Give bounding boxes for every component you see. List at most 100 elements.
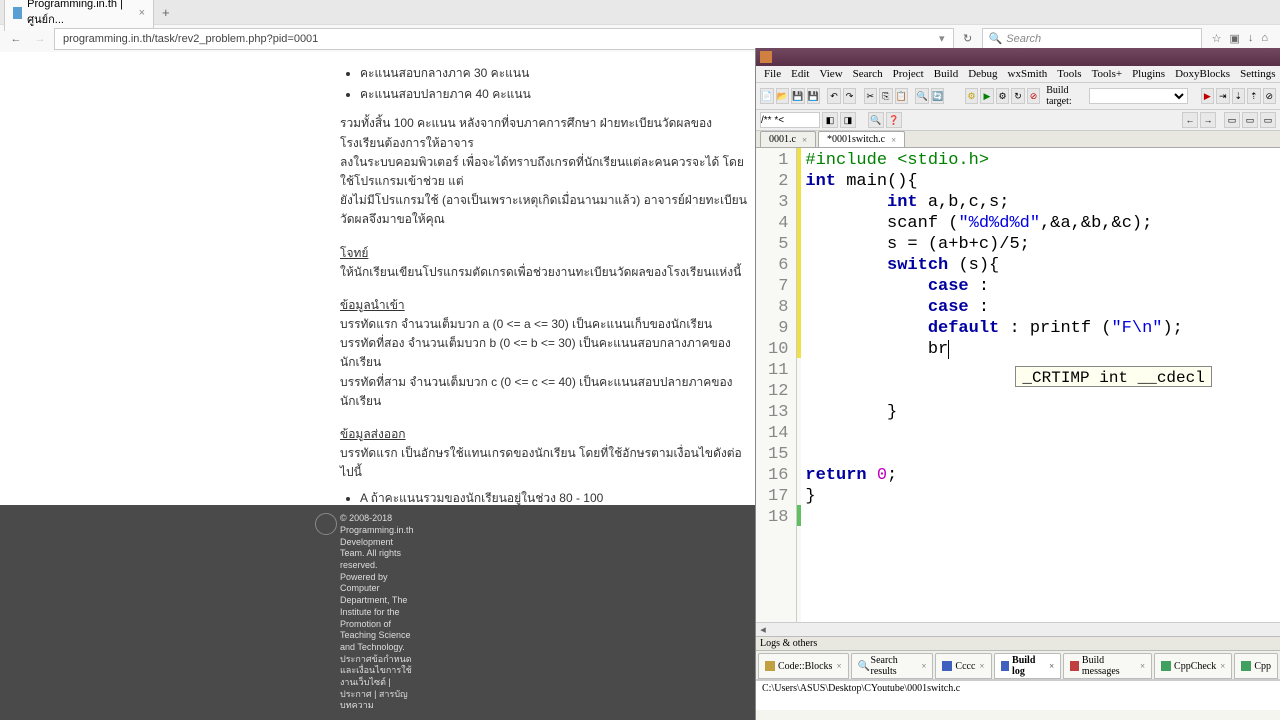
log-body: C:\Users\ASUS\Desktop\CYoutube\0001switc… [756, 680, 1280, 710]
search-placeholder: Search [1006, 33, 1041, 45]
reload-button[interactable]: ↻ [958, 29, 978, 49]
abort-icon[interactable]: ⊘ [1027, 88, 1041, 104]
redo-icon[interactable]: ↷ [843, 88, 857, 104]
doxy-icon[interactable]: ◨ [840, 112, 856, 128]
close-icon[interactable]: × [1049, 661, 1054, 671]
close-icon[interactable]: × [1220, 661, 1225, 671]
menu-bar: File Edit View Search Project Build Debu… [756, 66, 1280, 83]
log-tab[interactable]: Cccc× [935, 653, 991, 679]
objective-text: ให้นักเรียนเขียนโปรแกรมตัดเกรดเพื่อช่วยง… [340, 263, 755, 282]
build-target-select[interactable] [1089, 88, 1188, 104]
forward-button[interactable]: → [30, 29, 50, 49]
bookmark-icon[interactable]: ▭ [1242, 112, 1258, 128]
save-icon[interactable]: 💾 [791, 88, 805, 104]
log-tab[interactable]: Code::Blocks× [758, 653, 849, 679]
url-bar[interactable]: programming.in.th/task/rev2_problem.php?… [54, 28, 954, 50]
menu-project[interactable]: Project [893, 68, 924, 80]
open-icon[interactable]: 📂 [776, 88, 790, 104]
menu-wxsmith[interactable]: wxSmith [1008, 68, 1048, 80]
menu-build[interactable]: Build [934, 68, 958, 80]
tab-close-icon[interactable]: × [891, 135, 896, 145]
doxy-icon[interactable]: ◧ [822, 112, 838, 128]
back-button[interactable]: ← [6, 29, 26, 49]
search-icon: 🔍 [858, 661, 868, 671]
h-scrollbar[interactable]: ◂ [756, 622, 1280, 636]
menu-toolsplus[interactable]: Tools+ [1092, 68, 1123, 80]
step-out-icon[interactable]: ⇡ [1247, 88, 1261, 104]
input-line: บรรทัดแรก จำนวนเต็มบวก a (0 <= a <= 30) … [340, 315, 755, 334]
code-editor[interactable]: 123456789101112131415161718 #include <st… [756, 148, 1280, 622]
log-icon [1241, 661, 1251, 671]
debug-run-icon[interactable]: ▶ [1201, 88, 1215, 104]
pocket-icon[interactable]: ▣ [1229, 32, 1239, 45]
tab-bar: Programming.in.th | ศูนย์ก... × + [0, 0, 1280, 24]
menu-search[interactable]: Search [853, 68, 883, 80]
bookmark-icon[interactable]: ☆ [1212, 32, 1222, 45]
save-all-icon[interactable]: 💾 [807, 88, 821, 104]
doxy-input[interactable] [760, 112, 820, 128]
close-icon[interactable]: × [1140, 661, 1145, 671]
objective-heading: โจทย์ [340, 244, 755, 263]
codeblocks-window: File Edit View Search Project Build Debu… [755, 48, 1280, 720]
zoom-icon[interactable]: 🔍 [868, 112, 884, 128]
input-heading: ข้อมูลนำเข้า [340, 296, 755, 315]
new-tab-button[interactable]: + [156, 3, 176, 22]
cut-icon[interactable]: ✂ [864, 88, 878, 104]
tab-close-icon[interactable]: × [802, 135, 807, 145]
tab-favicon [13, 7, 22, 19]
output-heading: ข้อมูลส่งออก [340, 425, 755, 444]
code-completion-hint: _CRTIMP int __cdecl [1015, 366, 1211, 387]
menu-file[interactable]: File [764, 68, 781, 80]
menu-settings[interactable]: Settings [1240, 68, 1275, 80]
menu-edit[interactable]: Edit [791, 68, 809, 80]
undo-icon[interactable]: ↶ [827, 88, 841, 104]
cb-titlebar[interactable] [756, 48, 1280, 66]
log-tab[interactable]: 🔍Search results× [851, 653, 934, 679]
build-icon[interactable]: ⚙ [965, 88, 979, 104]
log-tab[interactable]: Cpp [1234, 653, 1278, 679]
replace-icon[interactable]: 🔄 [931, 88, 945, 104]
paste-icon[interactable]: 📋 [895, 88, 909, 104]
close-icon[interactable]: × [979, 661, 984, 671]
copy-icon[interactable]: ⎘ [879, 88, 893, 104]
code-body[interactable]: #include <stdio.h> int main(){ int a,b,c… [801, 148, 1186, 622]
close-icon[interactable]: × [836, 661, 841, 671]
close-icon[interactable]: × [921, 661, 926, 671]
step-icon[interactable]: ⇥ [1216, 88, 1230, 104]
input-line: บรรทัดที่สอง จำนวนเต็มบวก b (0 <= b <= 3… [340, 334, 755, 372]
line-gutter: 123456789101112131415161718 [756, 148, 797, 622]
log-tab-active[interactable]: Build log× [994, 653, 1062, 679]
log-tab[interactable]: CppCheck× [1154, 653, 1232, 679]
menu-tools[interactable]: Tools [1057, 68, 1081, 80]
menu-plugins[interactable]: Plugins [1132, 68, 1165, 80]
toolbar-1: 📄 📂 💾 💾 ↶ ↷ ✂ ⎘ 📋 🔍 🔄 ⚙ ▶ ⚙ ↻ ⊘ Build ta… [756, 83, 1280, 110]
bookmark-icon[interactable]: ▭ [1224, 112, 1240, 128]
rebuild-icon[interactable]: ↻ [1011, 88, 1025, 104]
debug-stop-icon[interactable]: ⊘ [1263, 88, 1277, 104]
log-icon [1001, 661, 1010, 671]
editor-tab-active[interactable]: *0001switch.c × [818, 131, 905, 147]
bookmark-icon[interactable]: ▭ [1260, 112, 1276, 128]
info-icon[interactable]: ❓ [886, 112, 902, 128]
cb-app-icon [760, 51, 772, 63]
build-run-icon[interactable]: ⚙ [996, 88, 1010, 104]
editor-tab[interactable]: 0001.c × [760, 131, 816, 147]
search-bar[interactable]: 🔍 Search [982, 28, 1202, 50]
menu-debug[interactable]: Debug [968, 68, 997, 80]
browser-tab[interactable]: Programming.in.th | ศูนย์ก... × [4, 0, 154, 31]
nav-fwd-icon[interactable]: → [1200, 112, 1216, 128]
step-into-icon[interactable]: ⇣ [1232, 88, 1246, 104]
downloads-icon[interactable]: ↓ [1248, 32, 1254, 45]
log-icon [765, 661, 775, 671]
find-icon[interactable]: 🔍 [915, 88, 929, 104]
run-icon[interactable]: ▶ [980, 88, 994, 104]
menu-view[interactable]: View [819, 68, 842, 80]
menu-doxyblocks[interactable]: DoxyBlocks [1175, 68, 1230, 80]
nav-back-icon[interactable]: ← [1182, 112, 1198, 128]
log-tab[interactable]: Build messages× [1063, 653, 1152, 679]
tab-close-icon[interactable]: × [139, 7, 145, 19]
page-footer: © 2008-2018 Programming.in.th Developmen… [0, 505, 755, 720]
new-file-icon[interactable]: 📄 [760, 88, 774, 104]
home-icon[interactable]: ⌂ [1261, 32, 1268, 45]
dropdown-icon[interactable]: ▾ [939, 32, 945, 45]
